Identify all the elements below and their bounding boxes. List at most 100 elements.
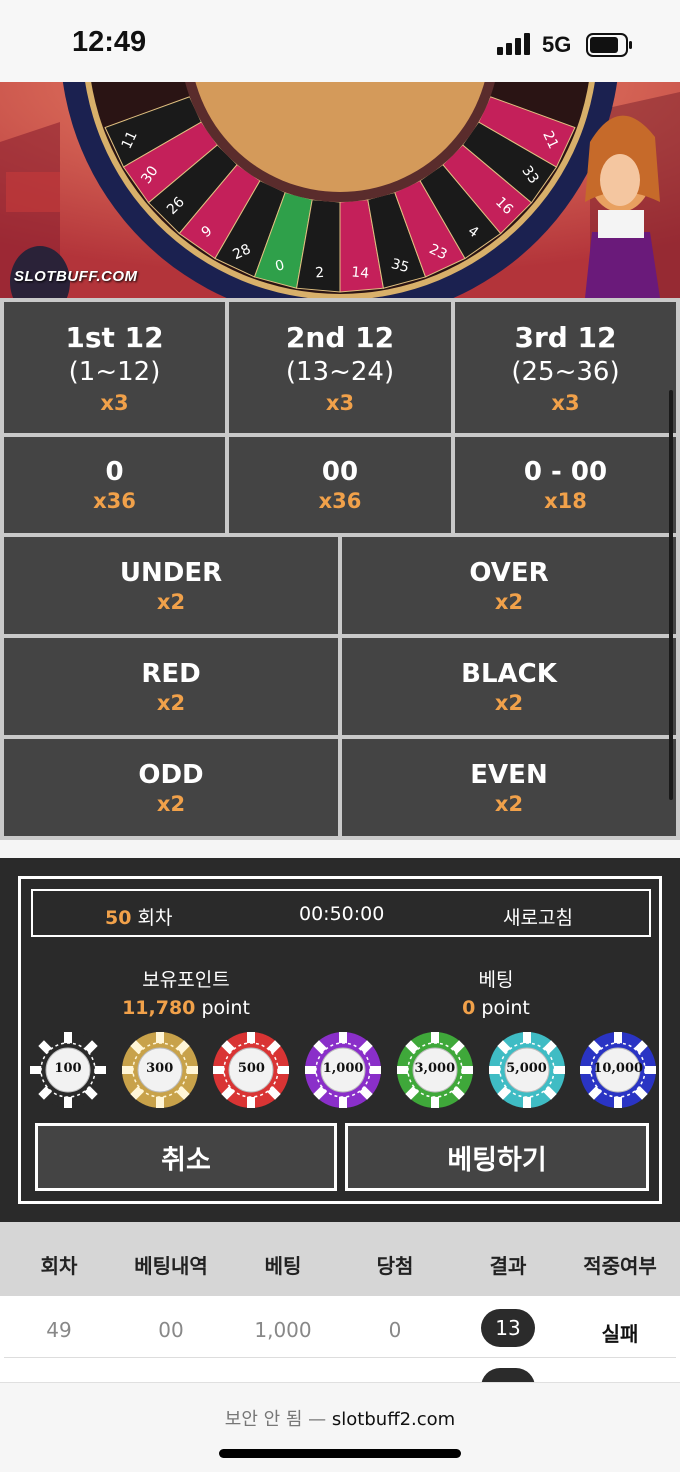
cellular-signal-icon: [497, 33, 531, 55]
payout: x18: [544, 489, 587, 513]
bet-label: RED: [141, 658, 201, 689]
bet-zero-double-zero[interactable]: 0 - 00 x18: [455, 437, 676, 533]
betting-amount: 0 point: [401, 997, 591, 1019]
point-unit: point: [195, 997, 250, 1019]
cell-round: 49: [46, 1318, 72, 1342]
table-row: 49 00 1,000 0 13 실패: [4, 1298, 676, 1358]
bet-over[interactable]: OVER x2: [342, 537, 676, 634]
payout: x3: [100, 391, 129, 416]
betting-amount-label: 베팅: [478, 969, 514, 991]
roulette-banner[interactable]: 11 30 26 9 28 0 2 14 35 23 4 16 33 21 SLOTBUFF.COM: [0, 82, 680, 298]
bet-label: 0: [105, 457, 124, 487]
header-result: 결과: [489, 1254, 527, 1278]
wheel-number: 2: [315, 265, 325, 282]
payout: x2: [156, 791, 186, 816]
held-points-value: 11,780: [122, 997, 196, 1019]
payout: x2: [156, 589, 186, 614]
status-bar: 12:49 5G: [0, 0, 680, 82]
network-type: 5G: [542, 32, 572, 57]
browser-address-bar[interactable]: 보안 안 됨 — slotbuff2.com: [0, 1382, 680, 1472]
status-time: 12:49: [72, 26, 147, 58]
chip-selector: 100 300 500 1,000 3,000 5,000 10,000: [29, 1031, 659, 1111]
bet-under[interactable]: UNDER x2: [4, 537, 338, 634]
payout: x2: [156, 690, 186, 715]
header-detail: 베팅내역: [134, 1254, 208, 1278]
chip-value: 10,000: [593, 1061, 644, 1076]
header-hit: 적중여부: [583, 1254, 657, 1278]
chip-1[interactable]: 300: [121, 1031, 199, 1109]
dozen-range: (25~36): [511, 356, 620, 387]
bet-dozen-3[interactable]: 3rd 12 (25~36) x3: [455, 302, 676, 433]
scrollbar[interactable]: [669, 390, 673, 800]
chip-5[interactable]: 5,000: [488, 1031, 566, 1109]
chip-3[interactable]: 1,000: [304, 1031, 382, 1109]
bet-red[interactable]: RED x2: [4, 638, 338, 735]
chip-2[interactable]: 500: [212, 1031, 290, 1109]
chip-value: 5,000: [506, 1061, 547, 1076]
payout: x2: [494, 690, 524, 715]
bet-zero[interactable]: 0 x36: [4, 437, 225, 533]
header-bet: 베팅: [264, 1254, 302, 1278]
header-round: 회차: [40, 1254, 78, 1278]
payout: x36: [318, 489, 362, 513]
chip-6[interactable]: 10,000: [579, 1031, 657, 1109]
bet-label: ODD: [138, 759, 204, 790]
cell-hit: 실패: [601, 1322, 639, 1346]
bet-even[interactable]: EVEN x2: [342, 739, 676, 836]
home-indicator[interactable]: [219, 1449, 461, 1458]
round-timer: 00:50:00: [299, 903, 385, 925]
bet-label: 0 - 00: [523, 457, 608, 487]
dozen-label: 1st 12: [65, 320, 164, 354]
point-unit: point: [475, 997, 530, 1019]
cell-detail: 00: [158, 1318, 184, 1342]
dozen-label: 2nd 12: [285, 320, 395, 354]
chip-0[interactable]: 100: [29, 1031, 107, 1109]
chip-value: 1,000: [322, 1061, 364, 1076]
chip-4[interactable]: 3,000: [396, 1031, 474, 1109]
bet-label: OVER: [469, 557, 549, 588]
header-win: 당첨: [376, 1254, 414, 1278]
refresh-button[interactable]: 새로고침: [503, 903, 573, 930]
payout: x2: [494, 791, 524, 816]
battery-icon: [586, 33, 632, 57]
cancel-button[interactable]: 취소: [35, 1123, 337, 1191]
payout: x2: [494, 589, 524, 614]
chip-value: 300: [146, 1061, 174, 1076]
round-counter: 50 회차: [105, 903, 172, 930]
bet-black[interactable]: BLACK x2: [342, 638, 676, 735]
wheel-number: 14: [351, 264, 370, 281]
cell-win: 0: [388, 1318, 402, 1342]
bet-label: BLACK: [461, 658, 557, 689]
round-number: 50: [105, 907, 132, 929]
insecure-label: 보안 안 됨 —: [224, 1409, 327, 1430]
bet-dozen-1[interactable]: 1st 12 (1~12) x3: [4, 302, 225, 433]
bet-double-zero[interactable]: 00 x36: [229, 437, 451, 533]
payout: x36: [93, 489, 136, 513]
dozen-label: 3rd 12: [514, 320, 617, 354]
payout: x3: [551, 391, 580, 416]
chip-value: 500: [237, 1061, 265, 1076]
bet-dozen-2[interactable]: 2nd 12 (13~24) x3: [229, 302, 451, 433]
round-suffix: 회차: [131, 907, 173, 929]
chip-value: 100: [54, 1061, 82, 1076]
domain-text: slotbuff2.com: [331, 1409, 456, 1430]
betting-panel-frame: 50 회차 00:50:00 새로고침 보유포인트 11,780 point 베…: [18, 876, 662, 1204]
cell-bet: 1,000: [254, 1318, 312, 1342]
url-text: 보안 안 됨 — slotbuff2.com: [0, 1405, 680, 1431]
bet-label: EVEN: [470, 759, 548, 790]
betting-amount-value: 0: [462, 997, 476, 1019]
bet-history-table: 회차 베팅내역 베팅 당첨 결과 적중여부 49 00 1,000 0 13 실…: [0, 1222, 680, 1406]
round-info-bar: 50 회차 00:50:00 새로고침: [31, 889, 651, 937]
bet-odd[interactable]: ODD x2: [4, 739, 338, 836]
roulette-wheel-illustration: 1130269280 2 14 35234163321: [0, 82, 680, 298]
bet-label: 00: [321, 457, 359, 487]
held-points-label: 보유포인트: [142, 969, 230, 991]
dozen-range: (13~24): [285, 356, 395, 387]
payout: x3: [325, 391, 355, 416]
betting-panel: 50 회차 00:50:00 새로고침 보유포인트 11,780 point 베…: [0, 858, 680, 1222]
place-bet-button[interactable]: 베팅하기: [345, 1123, 649, 1191]
result-badge: 13: [481, 1309, 535, 1347]
dozen-range: (1~12): [68, 356, 161, 387]
bet-label: UNDER: [119, 557, 223, 588]
table-header: 회차 베팅내역 베팅 당첨 결과 적중여부: [0, 1222, 680, 1296]
